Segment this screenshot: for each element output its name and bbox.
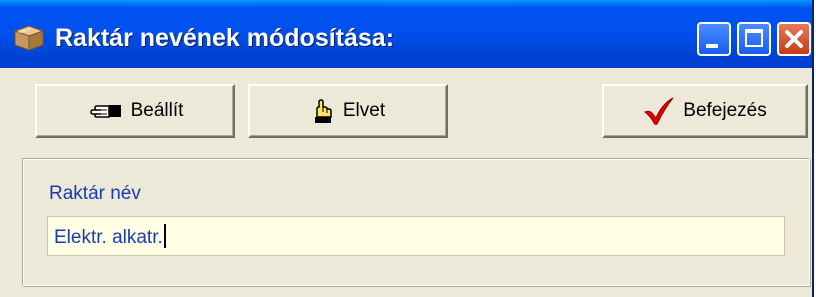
set-button[interactable]: Beállít	[35, 84, 235, 138]
warehouse-name-input[interactable]: Elektr. alkatr.	[47, 216, 785, 256]
cancel-button[interactable]: Elvet	[248, 84, 448, 138]
finish-button-label: Befejezés	[683, 100, 767, 121]
dialog-window: Raktár nevének módosítása: Beállít Elvet…	[0, 0, 814, 297]
title-bar[interactable]: Raktár nevének módosítása:	[0, 0, 812, 68]
maximize-icon	[745, 29, 763, 47]
minimize-button[interactable]	[697, 22, 731, 56]
warehouse-name-label: Raktár név	[49, 183, 141, 204]
minimize-icon	[706, 44, 718, 48]
checkmark-icon	[643, 96, 675, 126]
box-icon	[12, 22, 46, 52]
window-title: Raktár nevének módosítása:	[55, 24, 395, 52]
text-caret	[163, 224, 166, 248]
raised-hand-icon	[311, 98, 335, 124]
set-button-label: Beállít	[130, 100, 184, 121]
finish-button[interactable]: Befejezés	[602, 84, 808, 138]
form-panel: Raktár név Elektr. alkatr.	[22, 158, 810, 286]
cancel-button-label: Elvet	[342, 100, 386, 121]
warehouse-name-value: Elektr. alkatr.	[54, 227, 163, 248]
pointing-hand-icon	[87, 101, 123, 121]
close-button[interactable]	[777, 22, 811, 56]
maximize-button[interactable]	[737, 22, 771, 56]
close-icon	[779, 24, 809, 54]
